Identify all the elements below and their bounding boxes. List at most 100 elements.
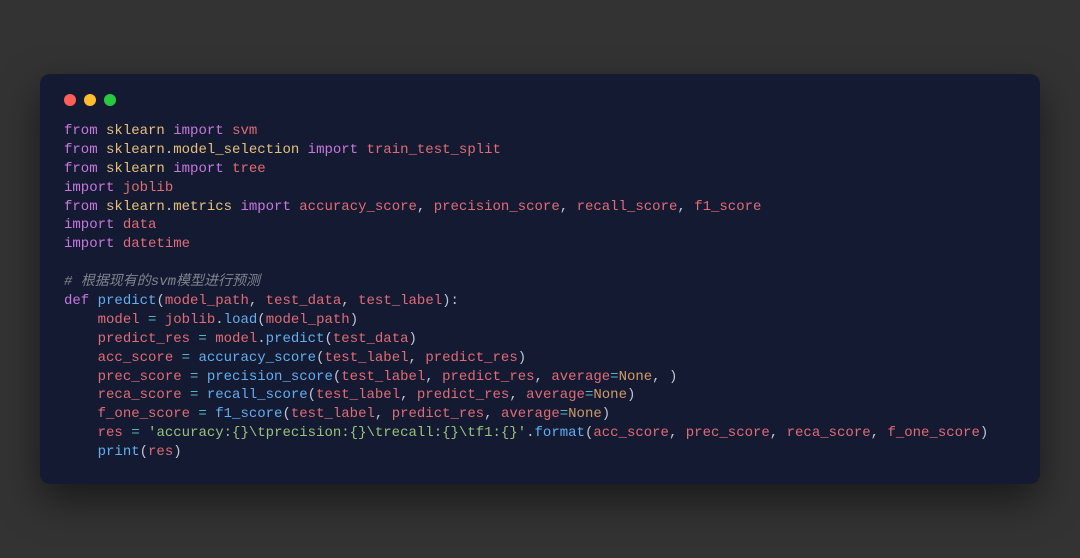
paren-close: ) <box>980 425 988 441</box>
keyword-import: import <box>173 161 223 177</box>
import-target: f1_score <box>694 199 761 215</box>
code-line: res = 'accuracy:{}\tprecision:{}\trecall… <box>64 425 988 441</box>
import-target: tree <box>232 161 266 177</box>
import-target: data <box>123 217 157 233</box>
paren-close: ) <box>409 331 417 347</box>
paren-close: ) <box>627 387 635 403</box>
code-line: f_one_score = f1_score(test_label, predi… <box>64 406 610 422</box>
kwarg-name: average <box>501 406 560 422</box>
tail: , ) <box>652 369 677 385</box>
param: test_data <box>266 293 342 309</box>
comma: , <box>341 293 358 309</box>
keyword-import: import <box>240 199 290 215</box>
comma: , <box>249 293 266 309</box>
arg: test_label <box>341 369 425 385</box>
function-call: recall_score <box>207 387 308 403</box>
kwarg-name: average <box>526 387 585 403</box>
arg: predict_res <box>392 406 484 422</box>
code-line: from sklearn.model_selection import trai… <box>64 142 501 158</box>
code-line: print(res) <box>64 444 182 460</box>
object: model <box>215 331 257 347</box>
code-line: # 根据现有的svm模型进行预测 <box>64 274 260 290</box>
param: model_path <box>165 293 249 309</box>
equals: = <box>190 406 215 422</box>
comma: , <box>509 387 526 403</box>
comma: , <box>770 425 787 441</box>
comma: , <box>484 406 501 422</box>
keyword-def: def <box>64 293 89 309</box>
dot: . <box>165 142 173 158</box>
import-target: datetime <box>123 236 190 252</box>
comma: , <box>417 199 434 215</box>
param: test_label <box>358 293 442 309</box>
code-line: model = joblib.load(model_path) <box>64 312 358 328</box>
comma: , <box>560 199 577 215</box>
equals: = <box>182 387 207 403</box>
arg: model_path <box>266 312 350 328</box>
comma: , <box>409 350 426 366</box>
indent <box>64 369 98 385</box>
keyword-import: import <box>308 142 358 158</box>
dot: . <box>165 199 173 215</box>
keyword-from: from <box>64 142 98 158</box>
indent <box>64 444 98 460</box>
keyword-import: import <box>64 236 114 252</box>
method: predict <box>266 331 325 347</box>
function-call: accuracy_score <box>198 350 316 366</box>
equals: = <box>140 312 165 328</box>
code-window: from sklearn import svm from sklearn.mod… <box>40 74 1040 484</box>
comma: , <box>400 387 417 403</box>
paren-open: ( <box>308 387 316 403</box>
kwarg-value: None <box>568 406 602 422</box>
arg: reca_score <box>787 425 871 441</box>
dot: . <box>526 425 534 441</box>
var: predict_res <box>98 331 190 347</box>
kwarg-value: None <box>619 369 653 385</box>
minimize-icon[interactable] <box>84 94 96 106</box>
equals-sign: = <box>610 369 618 385</box>
keyword-from: from <box>64 123 98 139</box>
import-target: precision_score <box>434 199 560 215</box>
var: acc_score <box>98 350 174 366</box>
function-call: print <box>98 444 140 460</box>
indent <box>64 350 98 366</box>
paren-open: ( <box>324 331 332 347</box>
module: sklearn <box>106 199 165 215</box>
arg: f_one_score <box>887 425 979 441</box>
var: prec_score <box>98 369 182 385</box>
module: sklearn <box>106 142 165 158</box>
code-block: from sklearn import svm from sklearn.mod… <box>64 122 1016 462</box>
arg: predict_res <box>417 387 509 403</box>
code-line: def predict(model_path, test_data, test_… <box>64 293 459 309</box>
comment: # 根据现有的svm模型进行预测 <box>64 274 260 290</box>
zoom-icon[interactable] <box>104 94 116 106</box>
method: format <box>535 425 585 441</box>
paren-close: ) <box>350 312 358 328</box>
import-target: accuracy_score <box>299 199 417 215</box>
var: res <box>98 425 123 441</box>
paren-open: ( <box>140 444 148 460</box>
arg: res <box>148 444 173 460</box>
keyword-import: import <box>64 180 114 196</box>
arg: predict_res <box>442 369 534 385</box>
close-icon[interactable] <box>64 94 76 106</box>
paren-open: ( <box>257 312 265 328</box>
paren-close-colon: ): <box>442 293 459 309</box>
arg: predict_res <box>425 350 517 366</box>
code-line: import data <box>64 217 156 233</box>
import-target: joblib <box>123 180 173 196</box>
arg: prec_score <box>686 425 770 441</box>
import-target: svm <box>232 123 257 139</box>
comma: , <box>425 369 442 385</box>
method: load <box>224 312 258 328</box>
module: sklearn <box>106 161 165 177</box>
code-line: predict_res = model.predict(test_data) <box>64 331 417 347</box>
comma: , <box>375 406 392 422</box>
arg: test_label <box>324 350 408 366</box>
submodule: metrics <box>173 199 232 215</box>
keyword-import: import <box>64 217 114 233</box>
kwarg-value: None <box>593 387 627 403</box>
window-titlebar <box>64 94 1016 106</box>
indent <box>64 312 98 328</box>
dot: . <box>257 331 265 347</box>
